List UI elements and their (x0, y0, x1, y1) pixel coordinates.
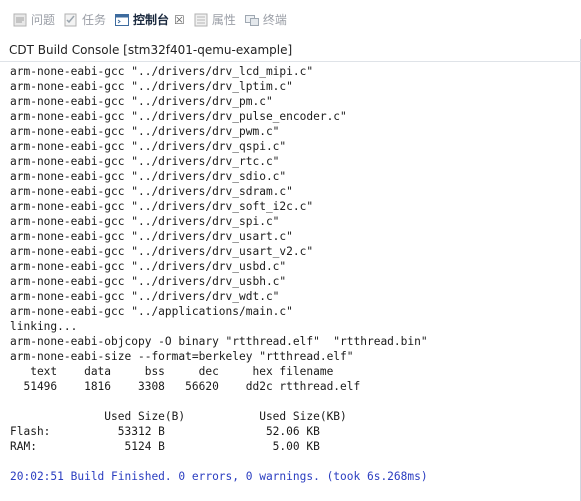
console-line: linking... (10, 320, 78, 333)
tab-problems[interactable]: 问题 (12, 9, 55, 31)
close-icon[interactable]: ☒ (174, 13, 185, 27)
console-line: arm-none-eabi-gcc "../drivers/drv_wdt.c" (10, 290, 280, 303)
console-line: arm-none-eabi-gcc "../drivers/drv_pm.c" (10, 95, 273, 108)
console-line: arm-none-eabi-size --format=berkeley "rt… (10, 350, 354, 363)
tab-label: 终端 (262, 13, 287, 27)
console-line: arm-none-eabi-gcc "../drivers/drv_pwm.c" (10, 125, 280, 138)
console-line: arm-none-eabi-objcopy -O binary "rtthrea… (10, 335, 428, 348)
properties-icon (193, 12, 209, 28)
console-line: 51496 1816 3308 56620 dd2c rtthread.elf (10, 380, 361, 393)
console-output[interactable]: arm-none-eabi-gcc "../drivers/drv_lcd_mi… (10, 64, 575, 484)
console-view: 问题 任务 控制台 ☒ 属性 终端 CDT Build Console [stm… (0, 0, 581, 501)
console-icon (114, 12, 130, 28)
problems-icon (12, 12, 28, 28)
console-line: arm-none-eabi-gcc "../drivers/drv_usart_… (10, 245, 314, 258)
console-line: arm-none-eabi-gcc "../drivers/drv_sdram.… (10, 185, 293, 198)
tab-label: 任务 (82, 13, 107, 27)
tab-terminal[interactable]: 终端 (244, 9, 287, 31)
console-line: text data bss dec hex filename (10, 365, 334, 378)
console-line: arm-none-eabi-gcc "../drivers/drv_usbd.c… (10, 260, 287, 273)
tab-properties[interactable]: 属性 (193, 9, 236, 31)
console-line: arm-none-eabi-gcc "../drivers/drv_sdio.c… (10, 170, 287, 183)
console-line: arm-none-eabi-gcc "../applications/main.… (10, 305, 293, 318)
console-line: arm-none-eabi-gcc "../drivers/drv_usbh.c… (10, 275, 287, 288)
tab-label: 问题 (31, 13, 56, 27)
console-line: arm-none-eabi-gcc "../drivers/drv_usart.… (10, 230, 293, 243)
console-line: Used Size(B) Used Size(KB) (10, 410, 347, 423)
tab-console[interactable]: 控制台 ☒ (114, 9, 185, 31)
console-line: arm-none-eabi-gcc "../drivers/drv_soft_i… (10, 200, 314, 213)
console-line: arm-none-eabi-gcc "../drivers/drv_rtc.c" (10, 155, 280, 168)
terminal-icon (244, 12, 260, 28)
console-line: RAM: 5124 B 5.00 KB (10, 440, 320, 453)
console-line: arm-none-eabi-gcc "../drivers/drv_qspi.c… (10, 140, 287, 153)
console-line: arm-none-eabi-gcc "../drivers/drv_pulse_… (10, 110, 347, 123)
console-line: arm-none-eabi-gcc "../drivers/drv_lptim.… (10, 80, 293, 93)
view-tab-bar: 问题 任务 控制台 ☒ 属性 终端 (0, 0, 581, 39)
console-title: CDT Build Console [stm32f401-qemu-exampl… (0, 40, 581, 62)
tasks-icon (63, 12, 79, 28)
tab-tasks[interactable]: 任务 (63, 9, 106, 31)
tab-label: 控制台 (133, 13, 170, 27)
console-line: arm-none-eabi-gcc "../drivers/drv_lcd_mi… (10, 65, 314, 78)
build-finished-message: 20:02:51 Build Finished. 0 errors, 0 war… (10, 470, 428, 483)
tab-label: 属性 (211, 13, 236, 27)
console-line: Flash: 53312 B 52.06 KB (10, 425, 320, 438)
console-line: arm-none-eabi-gcc "../drivers/drv_spi.c" (10, 215, 280, 228)
